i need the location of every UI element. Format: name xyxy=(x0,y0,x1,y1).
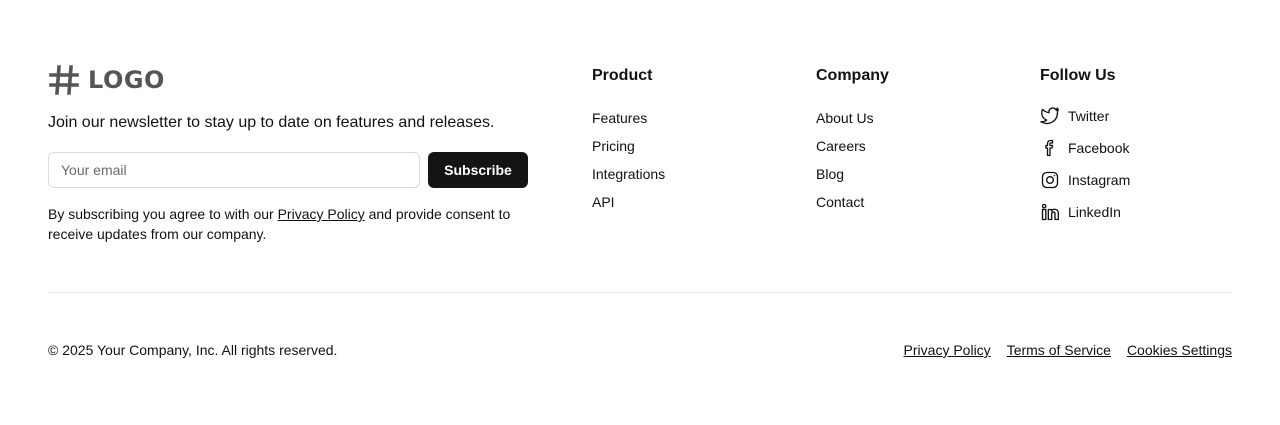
hash-icon xyxy=(49,65,79,95)
company-link-about[interactable]: About Us xyxy=(816,110,874,126)
social-link-instagram[interactable]: Instagram xyxy=(1040,164,1130,196)
product-link-features[interactable]: Features xyxy=(592,110,647,126)
social-label-facebook: Facebook xyxy=(1068,140,1130,156)
consent-text: By subscribing you agree to with our Pri… xyxy=(48,204,528,244)
product-link-integrations[interactable]: Integrations xyxy=(592,166,665,182)
footer-bottom-bar: © 2025 Your Company, Inc. All rights res… xyxy=(48,340,1232,360)
product-link-pricing[interactable]: Pricing xyxy=(592,138,635,154)
company-column: Company About Us Careers Blog Contact xyxy=(816,64,889,216)
terms-of-service-link[interactable]: Terms of Service xyxy=(1007,342,1111,358)
consent-text-before: By subscribing you agree to with our xyxy=(48,206,278,222)
newsletter-text: Join our newsletter to stay up to date o… xyxy=(48,114,495,131)
logo[interactable]: LOGO xyxy=(48,64,528,96)
company-link-contact[interactable]: Contact xyxy=(816,194,864,210)
email-input[interactable] xyxy=(48,152,420,188)
product-heading: Product xyxy=(592,67,653,84)
privacy-policy-link[interactable]: Privacy Policy xyxy=(904,342,991,358)
company-link-careers[interactable]: Careers xyxy=(816,138,866,154)
social-label-linkedin: LinkedIn xyxy=(1068,204,1121,220)
company-heading: Company xyxy=(816,67,889,84)
social-label-instagram: Instagram xyxy=(1068,172,1131,188)
footer-divider xyxy=(48,292,1232,293)
twitter-icon xyxy=(1040,107,1059,125)
cookies-settings-link[interactable]: Cookies Settings xyxy=(1127,342,1232,358)
follow-column: Follow Us Twitter Facebook Instagram Lin… xyxy=(1040,64,1130,228)
product-link-api[interactable]: API xyxy=(592,194,615,210)
logo-text: LOGO xyxy=(88,66,165,94)
instagram-icon xyxy=(1041,171,1059,189)
social-link-linkedin[interactable]: LinkedIn xyxy=(1040,196,1130,228)
subscribe-button[interactable]: Subscribe xyxy=(428,152,528,188)
social-label-twitter: Twitter xyxy=(1068,108,1110,124)
product-column: Product Features Pricing Integrations AP… xyxy=(592,64,665,216)
company-link-blog[interactable]: Blog xyxy=(816,166,844,182)
newsletter-form: Subscribe xyxy=(48,152,528,188)
consent-privacy-link[interactable]: Privacy Policy xyxy=(278,206,365,222)
copyright-text: © 2025 Your Company, Inc. All rights res… xyxy=(48,342,338,358)
follow-heading: Follow Us xyxy=(1040,67,1116,84)
legal-links: Privacy Policy Terms of Service Cookies … xyxy=(888,342,1232,358)
social-link-twitter[interactable]: Twitter xyxy=(1040,100,1130,132)
social-link-facebook[interactable]: Facebook xyxy=(1040,132,1130,164)
brand-section: LOGO Join our newsletter to stay up to d… xyxy=(48,64,528,242)
facebook-icon xyxy=(1045,139,1054,157)
linkedin-icon xyxy=(1041,203,1059,221)
